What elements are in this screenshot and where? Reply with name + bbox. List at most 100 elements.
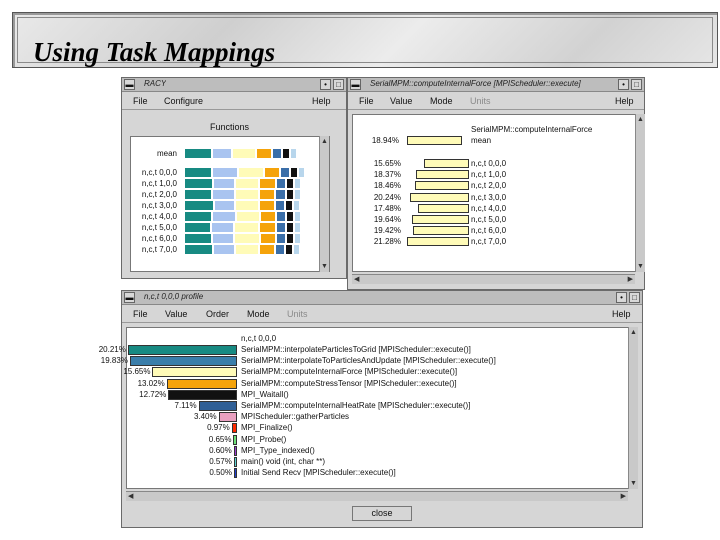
- menu-value[interactable]: Value: [390, 96, 412, 106]
- function-row-bar[interactable]: [412, 215, 469, 224]
- menu-mode[interactable]: Mode: [247, 309, 270, 319]
- profile-row-bar[interactable]: [152, 367, 237, 378]
- racy-bar-segment[interactable]: [260, 190, 274, 199]
- racy-bar-segment[interactable]: [237, 212, 259, 221]
- racy-bar-segment[interactable]: [185, 201, 213, 210]
- racy-bar-segment[interactable]: [213, 234, 233, 243]
- profile-row-bar[interactable]: [233, 457, 237, 467]
- scroll-down-icon[interactable]: ▼: [630, 480, 637, 487]
- racy-bar-segment[interactable]: [276, 201, 284, 210]
- scroll-down-icon[interactable]: ▼: [637, 263, 644, 270]
- racy-bar-segment[interactable]: [291, 168, 297, 177]
- function-row-bar[interactable]: [423, 159, 469, 168]
- menu-configure[interactable]: Configure: [164, 96, 203, 106]
- window-menu-icon[interactable]: ▬: [124, 79, 135, 90]
- racy-window[interactable]: ▬ RACY • □ File Configure Help Functions…: [121, 77, 347, 279]
- racy-bar-segment[interactable]: [286, 201, 292, 210]
- racy-bar-segment[interactable]: [185, 179, 212, 188]
- racy-bar-segment[interactable]: [295, 179, 300, 188]
- profile-row-bar[interactable]: [168, 389, 237, 400]
- scroll-right-icon[interactable]: ▶: [621, 492, 626, 500]
- profile-row-bar[interactable]: [218, 412, 237, 423]
- maximize-icon[interactable]: □: [333, 79, 344, 90]
- racy-bar-segment[interactable]: [281, 168, 289, 177]
- racy-bar-segment[interactable]: [260, 245, 274, 254]
- menu-file[interactable]: File: [133, 309, 148, 319]
- racy-bar-segment[interactable]: [277, 212, 285, 221]
- profile-window[interactable]: ▬ n,c,t 0,0,0 profile • □ File Value Ord…: [99, 290, 643, 528]
- function-row-bar[interactable]: [412, 226, 469, 236]
- scroll-down-icon[interactable]: ▼: [321, 263, 328, 270]
- scroll-left-icon[interactable]: ◀: [354, 275, 359, 283]
- function-row-bar[interactable]: [418, 203, 469, 213]
- profile-row-bar[interactable]: [233, 445, 237, 456]
- minimize-icon[interactable]: •: [616, 292, 627, 303]
- racy-bar-segment[interactable]: [236, 179, 258, 188]
- profile-row-bar[interactable]: [234, 468, 237, 479]
- menu-file[interactable]: File: [359, 96, 374, 106]
- racy-bar-segment[interactable]: [185, 234, 211, 243]
- racy-bar-segment[interactable]: [185, 149, 211, 158]
- racy-bar-segment[interactable]: [295, 234, 300, 243]
- racy-bar-segment[interactable]: [277, 223, 285, 232]
- profile-horizontal-scrollbar[interactable]: ◀ ▶: [126, 491, 628, 501]
- racy-bar-segment[interactable]: [185, 168, 211, 177]
- racy-bar-segment[interactable]: [215, 201, 234, 210]
- function-horizontal-scrollbar[interactable]: ◀ ▶: [352, 274, 635, 284]
- profile-row-bar[interactable]: [129, 356, 237, 367]
- profile-row-bar[interactable]: [198, 401, 237, 411]
- profile-row-bar[interactable]: [166, 378, 237, 389]
- scroll-up-icon[interactable]: ▲: [630, 329, 637, 336]
- racy-bar-segment[interactable]: [294, 245, 299, 254]
- scroll-up-icon[interactable]: ▲: [321, 138, 328, 145]
- racy-bar-segment[interactable]: [212, 223, 233, 232]
- racy-vertical-scrollbar[interactable]: ▲ ▼: [319, 136, 329, 272]
- racy-bar-segment[interactable]: [185, 212, 211, 221]
- profile-row-bar[interactable]: [127, 345, 237, 355]
- function-titlebar[interactable]: ▬ SerialMPM::computeInternalForce [MPISc…: [348, 78, 644, 92]
- function-row-bar[interactable]: [415, 181, 469, 191]
- racy-bar-segment[interactable]: [287, 234, 293, 243]
- scroll-left-icon[interactable]: ◀: [128, 492, 133, 500]
- function-vertical-scrollbar[interactable]: ▲ ▼: [635, 114, 645, 272]
- scroll-right-icon[interactable]: ▶: [628, 275, 633, 283]
- window-menu-icon[interactable]: ▬: [350, 79, 361, 90]
- menu-help[interactable]: Help: [312, 96, 331, 106]
- racy-bar-segment[interactable]: [233, 149, 255, 158]
- racy-bar-segment[interactable]: [287, 190, 293, 199]
- menu-help[interactable]: Help: [612, 309, 631, 319]
- racy-bar-segment[interactable]: [261, 234, 275, 243]
- racy-bar-segment[interactable]: [295, 190, 300, 199]
- maximize-icon[interactable]: □: [629, 292, 640, 303]
- racy-bar-segment[interactable]: [277, 179, 285, 188]
- racy-bar-segment[interactable]: [287, 179, 293, 188]
- function-row-bar[interactable]: [407, 237, 469, 247]
- racy-bar-segment[interactable]: [261, 212, 275, 221]
- racy-bar-segment[interactable]: [273, 149, 281, 158]
- function-row-bar[interactable]: [415, 170, 469, 180]
- racy-bar-segment[interactable]: [185, 190, 211, 199]
- window-menu-icon[interactable]: ▬: [124, 292, 135, 303]
- menu-order[interactable]: Order: [206, 309, 229, 319]
- racy-bar-segment[interactable]: [299, 168, 304, 177]
- racy-bar-segment[interactable]: [283, 149, 289, 158]
- racy-bar-segment[interactable]: [265, 168, 279, 177]
- racy-bar-segment[interactable]: [213, 149, 231, 158]
- minimize-icon[interactable]: •: [320, 79, 331, 90]
- racy-bar-segment[interactable]: [239, 168, 263, 177]
- racy-bar-segment[interactable]: [235, 223, 258, 232]
- menu-file[interactable]: File: [133, 96, 148, 106]
- racy-bar-segment[interactable]: [213, 190, 234, 199]
- profile-row-bar[interactable]: [233, 434, 237, 445]
- menu-mode[interactable]: Mode: [430, 96, 453, 106]
- racy-bar-segment[interactable]: [277, 234, 285, 243]
- racy-bar-segment[interactable]: [295, 223, 300, 232]
- minimize-icon[interactable]: •: [618, 79, 629, 90]
- racy-bar-segment[interactable]: [257, 149, 271, 158]
- racy-bar-segment[interactable]: [287, 212, 293, 221]
- close-button[interactable]: close: [352, 506, 412, 521]
- racy-bar-segment[interactable]: [286, 245, 292, 254]
- racy-bar-segment[interactable]: [213, 212, 235, 221]
- racy-bar-segment[interactable]: [235, 234, 259, 243]
- menu-help[interactable]: Help: [615, 96, 634, 106]
